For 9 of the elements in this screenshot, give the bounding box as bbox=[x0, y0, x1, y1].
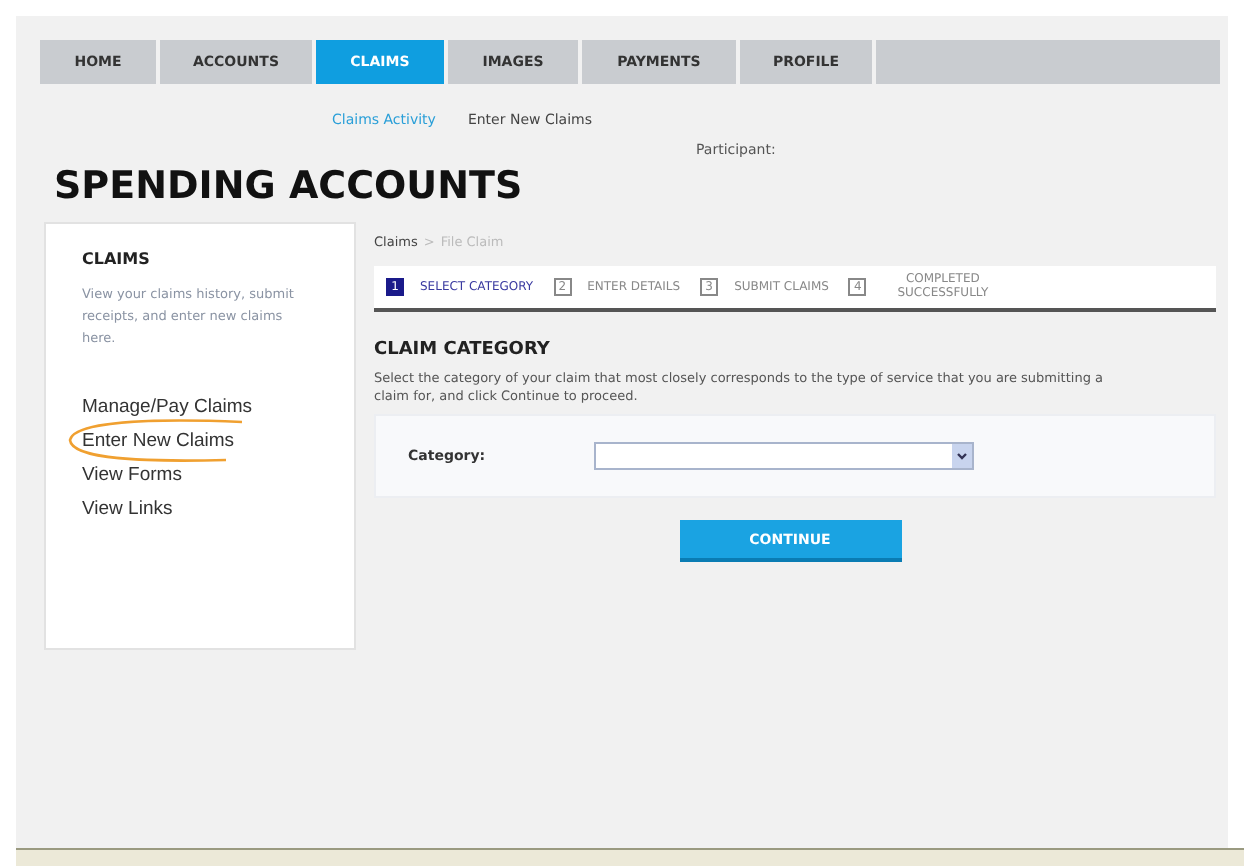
sidebar-title: CLAIMS bbox=[82, 248, 152, 272]
sidebar-link[interactable]: View Links bbox=[82, 492, 173, 526]
dropdown-caret-icon bbox=[952, 444, 972, 469]
sidebar-link[interactable]: View Forms bbox=[82, 458, 182, 492]
page-title: SPENDING ACCOUNTS bbox=[54, 162, 525, 210]
sidebar-link[interactable]: Manage/Pay Claims bbox=[82, 390, 253, 424]
section-title: CLAIM CATEGORY bbox=[374, 337, 552, 364]
category-select[interactable] bbox=[594, 442, 974, 471]
sidebar-link[interactable]: Enter New Claims bbox=[82, 424, 235, 458]
